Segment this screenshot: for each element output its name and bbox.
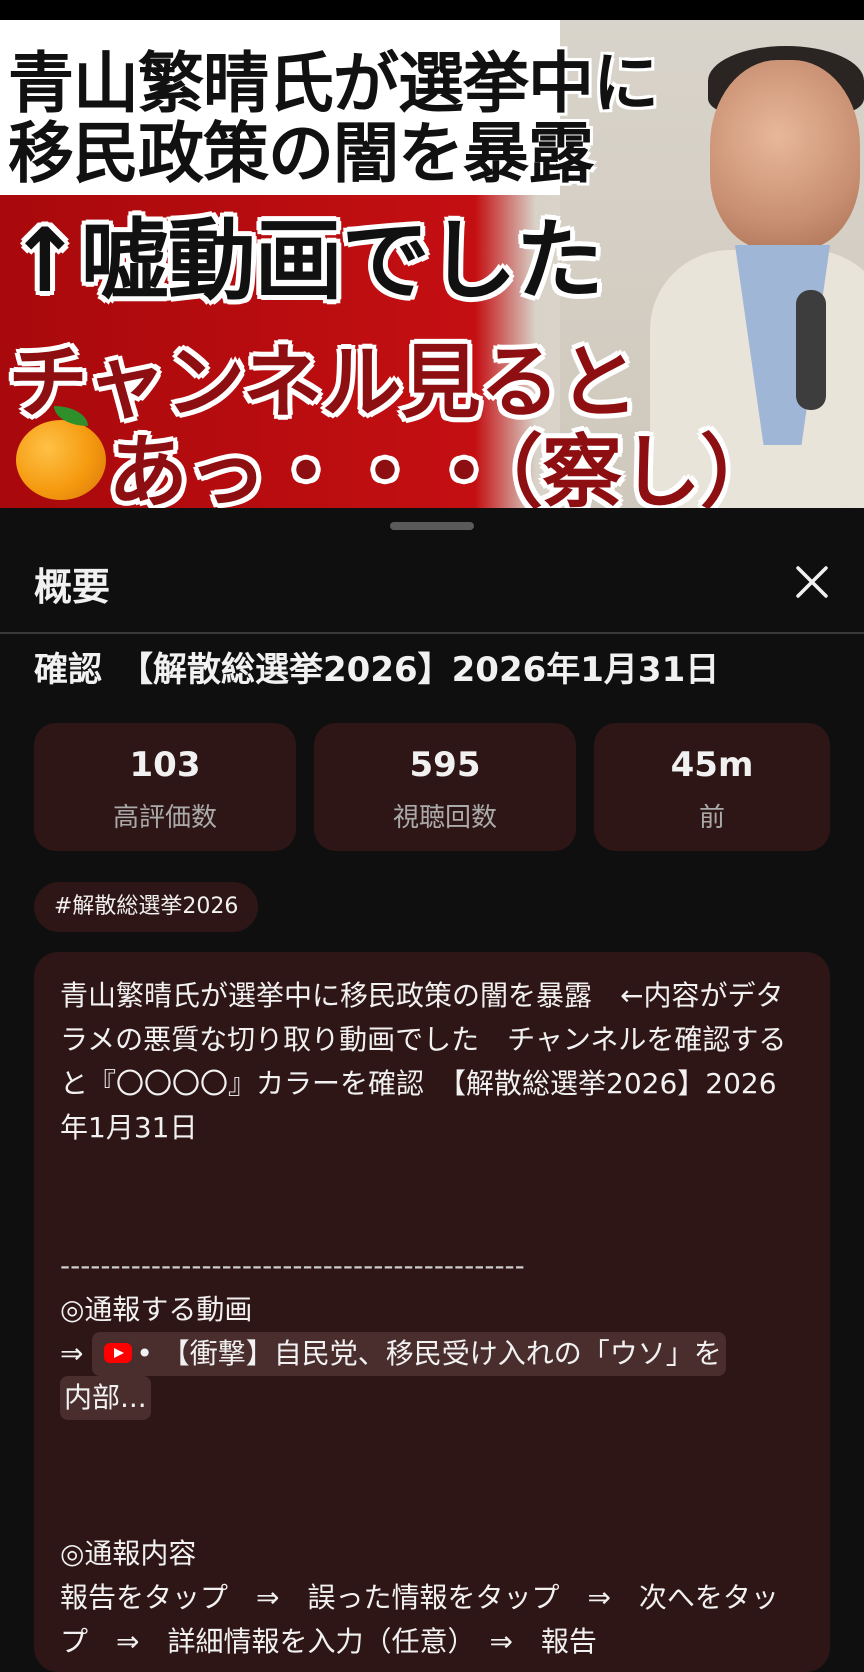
report-video-heading: ◎通報する動画 [60,1293,253,1326]
thumbnail-caption-line5: あっ・・・（察し） [108,426,780,508]
stat-likes-value: 103 [129,745,201,785]
close-button[interactable] [790,560,834,604]
drag-handle[interactable] [390,522,474,530]
sheet-title: 概要 [34,565,111,609]
report-steps: 報告をタップ ⇒ 誤った情報をタップ ⇒ 次へをタップ ⇒ 詳細情報を入力（任意… [60,1581,779,1658]
description-paragraph: 青山繁晴氏が選挙中に移民政策の闇を暴露 ←内容がデタラメの悪質な切り取り動画でし… [60,979,787,1144]
stat-age-value: 45m [670,745,754,785]
video-title: 確認 【解散総選挙2026】2026年1月31日 [34,650,720,690]
thumbnail-caption-line3: ↑嘘動画でした [8,209,604,312]
arrow-text: ⇒ [60,1337,84,1370]
stat-likes: 103 高評価数 [34,723,296,851]
stat-likes-label: 高評価数 [112,803,217,833]
video-link-text: 【衝撃】自民党、移民受け入れの「ウソ」を [161,1337,722,1370]
stat-views-label: 視聴回数 [392,803,497,833]
report-content-heading: ◎通報内容 [60,1537,197,1570]
video-link-continuation: 内部... [60,1376,804,1420]
report-video-line: ⇒ • 【衝撃】自民党、移民受け入れの「ウソ」を [60,1332,804,1376]
stat-views-value: 595 [409,745,481,785]
thumbnail-caption-line2: 移民政策の闇を暴露 [8,115,594,192]
description-sheet: 概要 確認 【解散総選挙2026】2026年1月31日 103 高評価数 595… [0,508,864,1672]
stat-age-label: 前 [698,803,725,833]
video-link[interactable]: • 【衝撃】自民党、移民受け入れの「ウソ」を [92,1332,726,1376]
close-icon [796,566,828,598]
video-thumbnail[interactable]: 青山繁晴氏が選挙中に 移民政策の闇を暴露 ↑嘘動画でした チャンネル見ると あっ… [0,0,864,508]
header-divider [0,632,864,634]
description-separator: ----------------------------------------… [60,1249,525,1282]
youtube-icon [104,1343,133,1363]
description-box: 青山繁晴氏が選挙中に移民政策の闇を暴露 ←内容がデタラメの悪質な切り取り動画でし… [34,952,830,1672]
orange-icon [16,406,106,500]
stat-age: 45m 前 [594,723,830,851]
video-link-cont[interactable]: 内部... [60,1376,151,1420]
microphone-icon [796,290,826,410]
photo-face [710,60,860,250]
video-link-bullet: • [136,1337,153,1370]
hashtag-chip[interactable]: #解散総選挙2026 [34,882,259,932]
stat-views: 595 視聴回数 [314,723,576,851]
